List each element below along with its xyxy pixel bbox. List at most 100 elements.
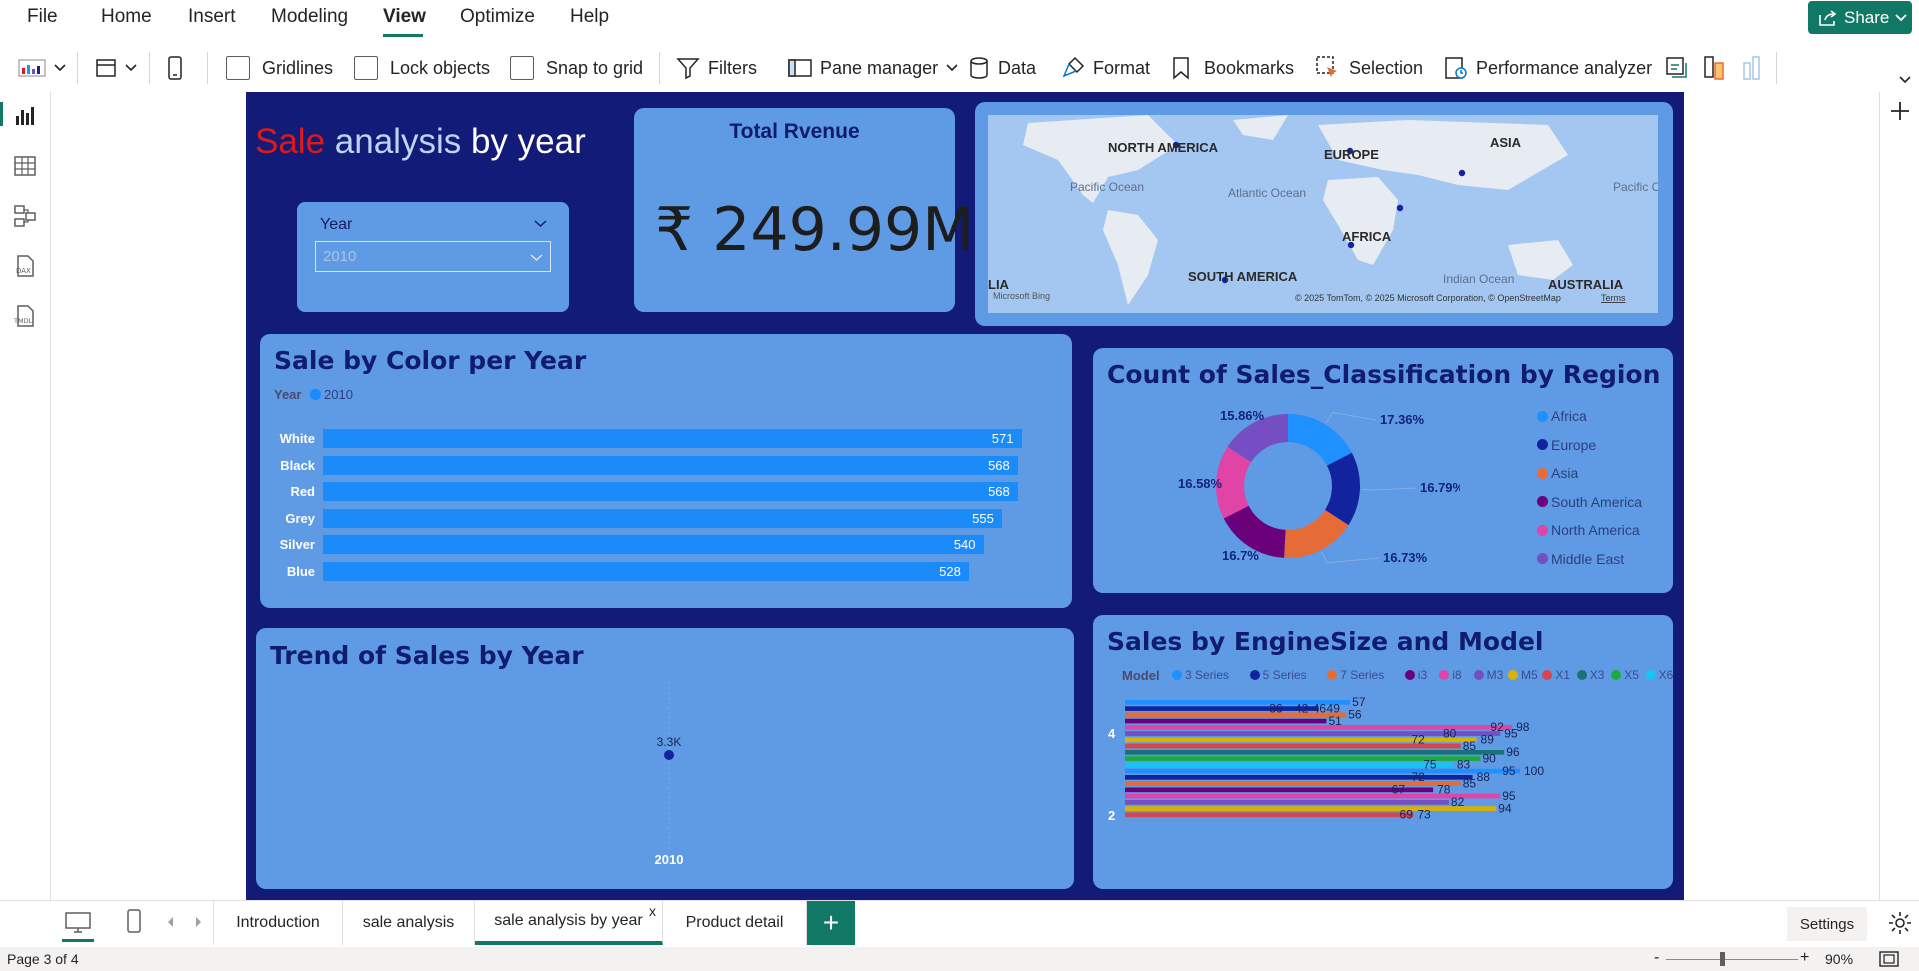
add-pane-icon[interactable] bbox=[1889, 100, 1911, 122]
legend-item[interactable]: X1 bbox=[1542, 668, 1570, 682]
legend-item[interactable]: X3 bbox=[1576, 668, 1604, 682]
zoom-slider-thumb[interactable] bbox=[1720, 952, 1725, 966]
page-view-dropdown[interactable] bbox=[95, 44, 137, 92]
menu-insert[interactable]: Insert bbox=[188, 6, 236, 28]
legend-item[interactable]: 5 Series bbox=[1249, 668, 1307, 682]
share-button[interactable]: Share bbox=[1808, 1, 1912, 34]
legend-label: X6 bbox=[1658, 668, 1674, 682]
theme-dropdown[interactable] bbox=[18, 44, 66, 92]
map-point[interactable] bbox=[1458, 169, 1466, 177]
legend-item[interactable]: 3 Series bbox=[1172, 668, 1229, 682]
gridlines-toggle[interactable]: Gridlines bbox=[226, 44, 333, 92]
menu-modeling[interactable]: Modeling bbox=[271, 6, 348, 28]
bookmarks-button[interactable]: Bookmarks bbox=[1172, 44, 1294, 92]
legend-item[interactable]: North America bbox=[1537, 522, 1640, 538]
menu-file[interactable]: File bbox=[27, 6, 58, 28]
ribbon-collapse-icon[interactable] bbox=[1899, 76, 1911, 84]
selection-button[interactable]: Selection bbox=[1315, 44, 1423, 92]
map-terms-link[interactable]: Terms bbox=[1601, 293, 1626, 303]
zoom-out-button[interactable]: - bbox=[1654, 949, 1659, 967]
filters-button[interactable]: Filters bbox=[676, 44, 757, 92]
tmdl-view-icon[interactable]: TMDL bbox=[13, 304, 37, 328]
legend-item[interactable]: X6 bbox=[1645, 668, 1674, 682]
lock-objects-checkbox[interactable] bbox=[354, 56, 378, 80]
legend-dot bbox=[1611, 670, 1622, 680]
zoom-slider[interactable] bbox=[1666, 959, 1798, 960]
legend-item[interactable]: Africa bbox=[1537, 408, 1587, 424]
legend-item[interactable]: i8 bbox=[1439, 668, 1462, 682]
bar[interactable] bbox=[1125, 781, 1461, 786]
bar[interactable] bbox=[1125, 787, 1434, 793]
disabled-tool-button[interactable] bbox=[1741, 44, 1763, 92]
legend-item[interactable]: Asia bbox=[1537, 465, 1578, 481]
chevron-down-icon[interactable] bbox=[534, 220, 547, 228]
bar[interactable] bbox=[1125, 718, 1327, 724]
menu-view[interactable]: View bbox=[383, 6, 426, 28]
map-attribution: © 2025 TomTom, © 2025 Microsoft Corporat… bbox=[1295, 293, 1561, 303]
bar[interactable] bbox=[1125, 806, 1497, 811]
legend-item[interactable]: Europe bbox=[1537, 437, 1596, 453]
legend-item[interactable]: Middle East bbox=[1537, 551, 1624, 567]
bar[interactable] bbox=[1125, 768, 1520, 774]
world-map[interactable]: NORTH AMERICA EUROPE ASIA AFRICA SOUTH A… bbox=[988, 115, 1658, 313]
bar[interactable] bbox=[1125, 762, 1453, 768]
map-label: SOUTH AMERICA bbox=[1188, 269, 1298, 284]
bar[interactable] bbox=[323, 561, 970, 581]
close-tab-button[interactable]: x bbox=[649, 903, 656, 919]
gridlines-checkbox[interactable] bbox=[226, 56, 250, 80]
bar[interactable] bbox=[1125, 812, 1414, 818]
menu-home[interactable]: Home bbox=[101, 6, 152, 28]
bar[interactable] bbox=[1125, 706, 1319, 711]
sync-slicers-button[interactable] bbox=[1664, 44, 1690, 92]
pane-manager-dropdown[interactable]: Pane manager bbox=[788, 44, 958, 92]
add-page-button[interactable]: + bbox=[807, 901, 855, 945]
bar[interactable] bbox=[1125, 793, 1501, 799]
legend-item[interactable]: M3 bbox=[1473, 668, 1503, 682]
map-point[interactable] bbox=[1396, 204, 1404, 212]
dax-query-view-icon[interactable]: DAX bbox=[13, 254, 37, 278]
bar[interactable] bbox=[323, 482, 1019, 501]
bar[interactable] bbox=[1125, 800, 1449, 805]
snap-to-grid-toggle[interactable]: Snap to grid bbox=[510, 44, 643, 92]
page-tab-sale-analysis[interactable]: sale analysis bbox=[343, 901, 475, 945]
fit-to-page-icon[interactable] bbox=[1879, 951, 1899, 967]
slicer-value: 2010 bbox=[323, 248, 357, 265]
legend-item[interactable]: i3 bbox=[1404, 668, 1427, 682]
report-view-icon[interactable] bbox=[13, 104, 37, 128]
mobile-layout-button[interactable] bbox=[167, 44, 183, 92]
format-pane-button[interactable]: Format bbox=[1061, 44, 1150, 92]
next-page-icon[interactable] bbox=[194, 916, 202, 928]
page-tab-sale-analysis-by-year[interactable]: sale analysis by year bbox=[475, 901, 663, 945]
page-tab-product-detail[interactable]: Product detail bbox=[663, 901, 807, 945]
legend-item[interactable]: 2010 bbox=[310, 387, 353, 402]
bar[interactable] bbox=[323, 429, 1022, 448]
legend-item[interactable]: M5 bbox=[1508, 668, 1538, 682]
data-point[interactable] bbox=[664, 750, 674, 760]
table-view-icon[interactable] bbox=[13, 154, 37, 178]
page-tab-introduction[interactable]: Introduction bbox=[213, 901, 343, 945]
bar[interactable] bbox=[323, 535, 984, 554]
desktop-layout-icon[interactable] bbox=[65, 912, 91, 934]
performance-analyzer-button[interactable]: Performance analyzer bbox=[1444, 44, 1652, 92]
slicer-dropdown[interactable]: 2010 bbox=[315, 241, 551, 272]
zoom-in-button[interactable]: + bbox=[1800, 949, 1809, 967]
bar[interactable] bbox=[323, 508, 1003, 528]
menu-help[interactable]: Help bbox=[570, 6, 609, 28]
model-view-icon[interactable] bbox=[13, 204, 37, 228]
bar[interactable] bbox=[1125, 750, 1505, 755]
legend-item[interactable]: South America bbox=[1537, 494, 1642, 510]
mobile-layout-icon[interactable] bbox=[126, 909, 142, 935]
snap-to-grid-checkbox[interactable] bbox=[510, 56, 534, 80]
field-parameters-button[interactable] bbox=[1703, 44, 1725, 92]
bar[interactable] bbox=[323, 455, 1019, 475]
bar[interactable] bbox=[1125, 743, 1461, 749]
gear-icon[interactable] bbox=[1888, 911, 1912, 935]
lock-objects-toggle[interactable]: Lock objects bbox=[354, 44, 490, 92]
legend-item[interactable]: 7 Series bbox=[1327, 668, 1384, 682]
menu-optimize[interactable]: Optimize bbox=[460, 6, 535, 28]
legend-label: i8 bbox=[1452, 668, 1462, 682]
data-pane-button[interactable]: Data bbox=[968, 44, 1036, 92]
prev-page-icon[interactable] bbox=[167, 916, 175, 928]
legend-item[interactable]: X5 bbox=[1611, 668, 1639, 682]
bar[interactable] bbox=[1125, 712, 1347, 718]
